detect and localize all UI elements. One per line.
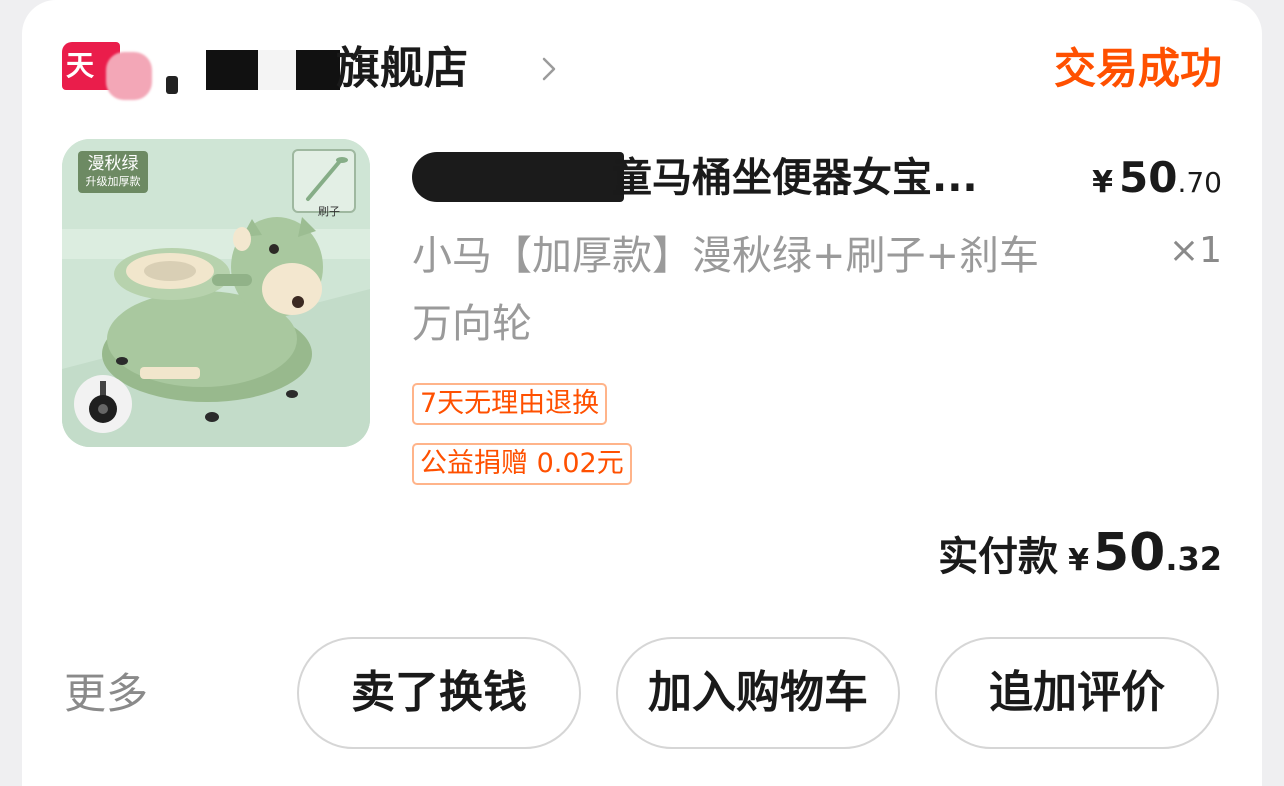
total-integer: 50 bbox=[1092, 523, 1166, 583]
quantity: ×1 bbox=[1168, 230, 1222, 271]
redaction-mark bbox=[296, 50, 340, 90]
image-tag-main: 漫秋绿 bbox=[87, 154, 139, 174]
unit-price-currency: ¥ bbox=[1092, 165, 1114, 200]
return-policy-tag: 7天无理由退换 bbox=[412, 383, 608, 425]
total-paid: 实付款 ¥50.32 bbox=[938, 522, 1222, 584]
shop-name: 旗舰店 bbox=[336, 43, 468, 94]
sell-button[interactable]: 卖了换钱 bbox=[297, 637, 581, 749]
add-to-cart-button[interactable]: 加入购物车 bbox=[616, 637, 900, 749]
wheel-thumbnail bbox=[74, 375, 132, 433]
unit-price-integer: 50 bbox=[1119, 153, 1178, 202]
brush-label: 刷子 bbox=[318, 205, 340, 218]
image-tag-sub: 升级加厚款 bbox=[85, 175, 141, 188]
shop-name-link[interactable]: 旗舰店 bbox=[106, 38, 556, 100]
sku-description: 小马【加厚款】漫秋绿+刷子+刹车万向轮 bbox=[412, 233, 1040, 347]
more-button[interactable]: 更多 bbox=[64, 664, 148, 724]
order-status: 交易成功 bbox=[1053, 44, 1222, 93]
product-title-text: 童马桶坐便器女宝... bbox=[612, 155, 978, 201]
order-header: 天猫 旗舰店 交易成功 bbox=[62, 38, 1222, 100]
redaction-mark bbox=[412, 152, 624, 202]
unit-price-decimal: .70 bbox=[1177, 166, 1222, 199]
redaction-mark bbox=[166, 76, 178, 94]
total-label: 实付款 bbox=[938, 534, 1059, 580]
wheel-icon bbox=[89, 381, 117, 423]
tmall-logo-text: 天猫 bbox=[66, 49, 95, 82]
total-currency: ¥ bbox=[1068, 543, 1089, 578]
total-decimal: .32 bbox=[1165, 540, 1222, 578]
product-image[interactable]: 漫秋绿 升级加厚款 刷子 bbox=[62, 139, 370, 447]
product-title[interactable]: 童马桶坐便器女宝... bbox=[412, 150, 1062, 206]
brush-icon bbox=[306, 157, 348, 201]
add-review-button[interactable]: 追加评价 bbox=[935, 637, 1219, 749]
redaction-mark bbox=[258, 50, 298, 90]
chevron-right-icon bbox=[542, 57, 556, 81]
charity-donation-tag: 公益捐赠 0.02元 bbox=[412, 443, 632, 485]
image-tag: 漫秋绿 升级加厚款 bbox=[78, 151, 148, 193]
unit-price: ¥50.70 bbox=[1092, 152, 1222, 204]
order-card: 天猫 旗舰店 交易成功 bbox=[22, 0, 1262, 786]
redaction-mark bbox=[206, 50, 258, 90]
redaction-mark bbox=[106, 52, 152, 100]
